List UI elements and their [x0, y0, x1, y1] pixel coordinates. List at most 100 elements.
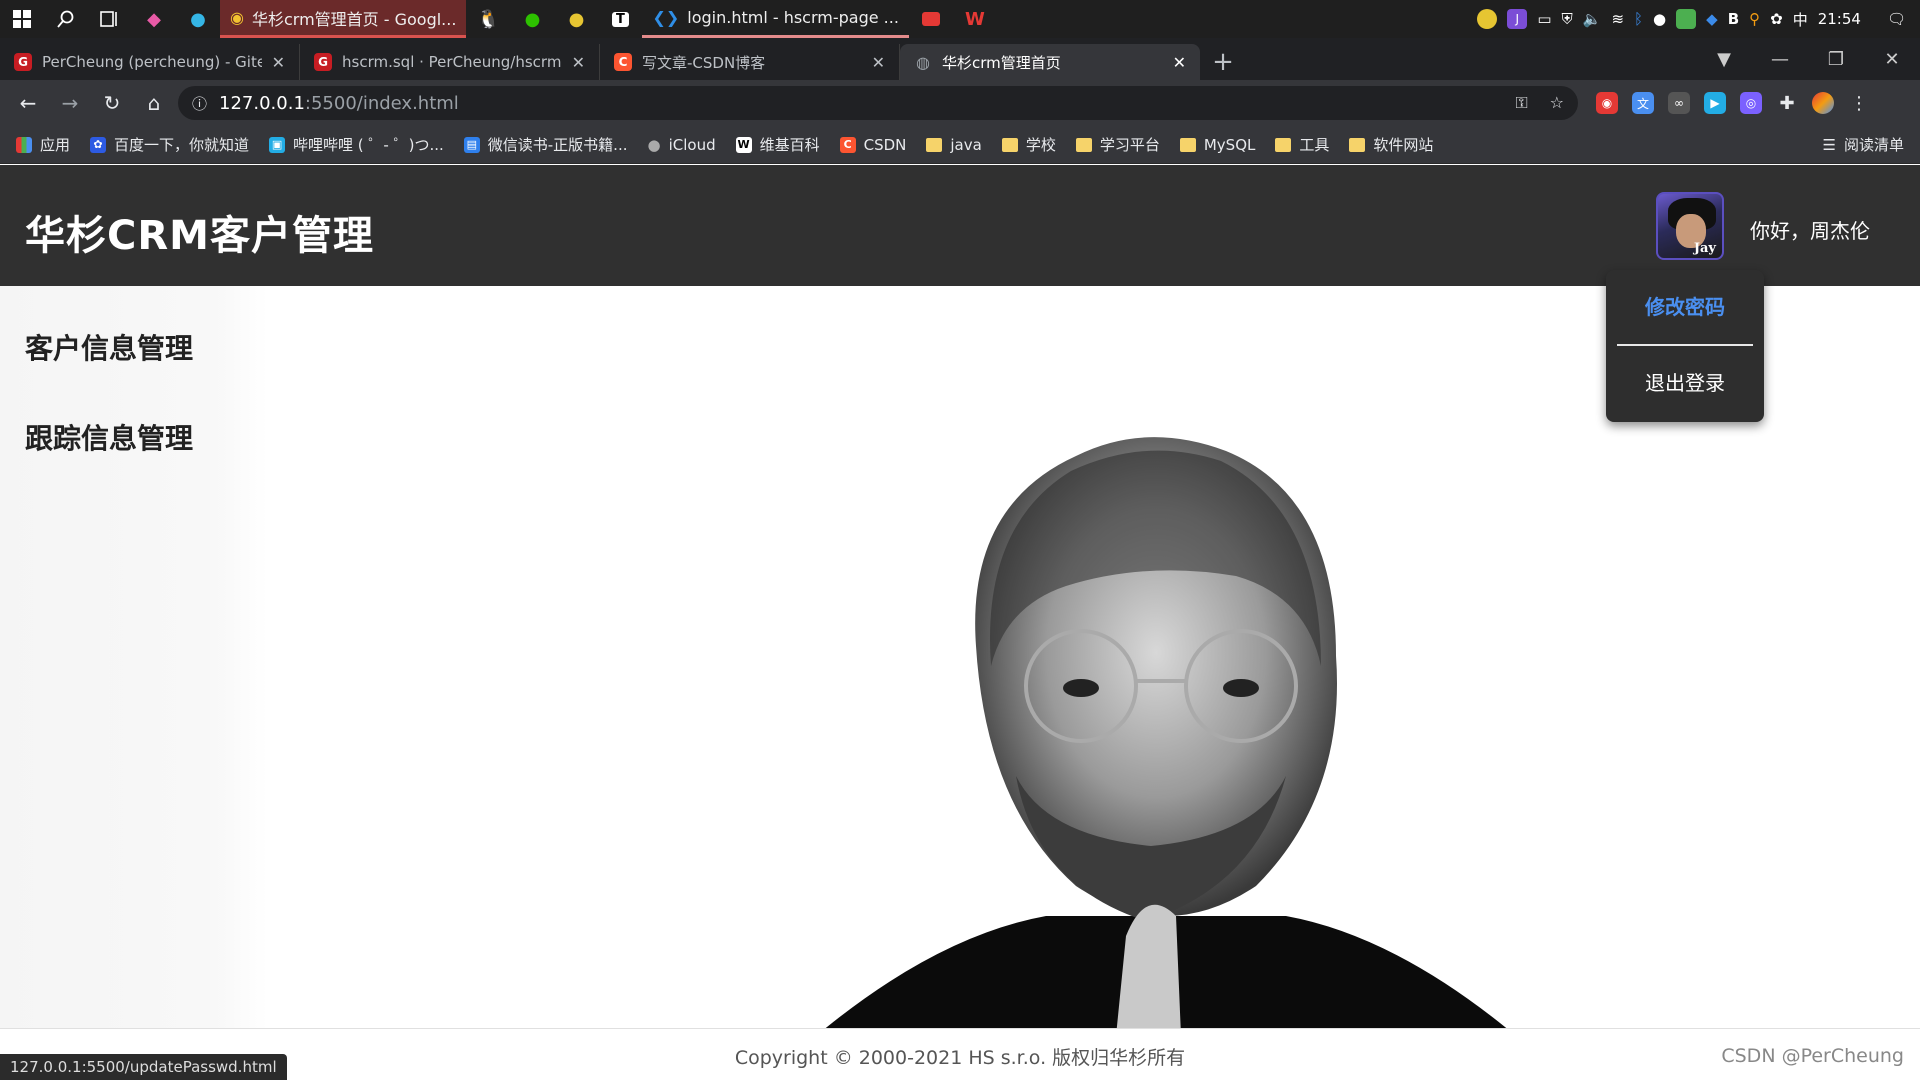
shield-icon[interactable]: ⛨ — [1562, 10, 1573, 28]
clock[interactable]: 21:54 — [1818, 10, 1861, 28]
bilibili-extension-icon[interactable]: ▶ — [1704, 92, 1726, 114]
bookmark-folder[interactable]: 学校 — [1001, 134, 1056, 155]
folder-icon — [1349, 137, 1366, 152]
change-password-button[interactable]: 修改密码 — [1606, 270, 1764, 344]
bookmark-item[interactable]: ▣ 哔哩哔哩 ( ゜- ゜)つ... — [269, 134, 444, 155]
site-info-icon[interactable]: ⓘ — [192, 93, 207, 114]
app-launcher-icon[interactable]: ◆ — [132, 0, 176, 38]
bookmark-folder[interactable]: MySQL — [1179, 136, 1255, 154]
bookmark-item[interactable]: W 维基百科 — [735, 134, 820, 155]
browser-toolbar: ← → ↻ ⌂ ⓘ 127.0.0.1 :5500/index.html ⚿ ☆… — [0, 80, 1920, 126]
star-icon[interactable]: ☆ — [1550, 93, 1564, 113]
reload-button[interactable]: ↻ — [94, 85, 130, 121]
tray-app-icon[interactable]: ✿ — [1770, 10, 1783, 28]
sidebar-item-tracking-info[interactable]: 跟踪信息管理 — [0, 394, 268, 484]
translate-extension-icon[interactable]: 文 — [1632, 92, 1654, 114]
home-button[interactable]: ⌂ — [136, 85, 172, 121]
bookmark-label: 学习平台 — [1099, 136, 1160, 154]
profile-avatar-icon[interactable] — [1812, 92, 1834, 114]
minimize-button[interactable]: — — [1752, 38, 1808, 80]
ime-indicator[interactable]: 中 — [1793, 9, 1808, 30]
bookmark-label: java — [950, 135, 982, 154]
bookmark-item[interactable]: ▤ 微信读书-正版书籍... — [463, 134, 627, 155]
taskbar-app-vscode[interactable]: ❮❯ login.html - hscrm-page ... — [642, 0, 909, 38]
close-icon[interactable]: ✕ — [272, 53, 285, 72]
tray-app-icon[interactable]: B — [1728, 10, 1739, 28]
user-dropdown-menu: 修改密码 退出登录 — [1606, 270, 1764, 422]
bookmark-item[interactable]: C CSDN — [839, 136, 906, 154]
restore-button[interactable]: ❐ — [1808, 38, 1864, 80]
page-header: 华杉CRM客户管理 Jay 你好，周杰伦 — [0, 165, 1920, 286]
close-icon[interactable]: ✕ — [572, 53, 585, 72]
menu-icon[interactable]: ⋮ — [1848, 92, 1870, 114]
windows-start-icon[interactable] — [0, 0, 44, 38]
browser-tab-active[interactable]: ◍ 华杉crm管理首页 ✕ — [900, 44, 1200, 80]
browser-tab-strip: G PerCheung (percheung) - Gitee ✕ G hscr… — [0, 38, 1920, 80]
task-view-icon[interactable] — [88, 0, 132, 38]
reading-list-button[interactable]: ☰ 阅读清单 — [1823, 134, 1904, 155]
search-icon[interactable]: ⚲ — [1749, 10, 1760, 28]
new-tab-button[interactable]: + — [1200, 44, 1246, 80]
sidebar-item-customer-info[interactable]: 客户信息管理 — [0, 304, 268, 394]
volume-icon[interactable]: 🔈 — [1583, 10, 1602, 28]
bookmark-folder[interactable]: 软件网站 — [1349, 134, 1433, 155]
qq-icon[interactable]: 🐧 — [466, 0, 510, 38]
close-window-button[interactable]: ✕ — [1864, 38, 1920, 80]
browser-tab[interactable]: G PerCheung (percheung) - Gitee ✕ — [0, 44, 300, 80]
youdao-icon[interactable] — [909, 0, 953, 38]
tab-title: PerCheung (percheung) - Gitee — [42, 53, 262, 71]
gitee-icon: G — [314, 53, 332, 71]
wiki-icon: W — [735, 136, 752, 153]
bookmark-label: 哔哩哔哩 ( ゜- ゜)つ... — [293, 136, 444, 154]
bookmark-item[interactable]: ✿ 百度一下，你就知道 — [90, 134, 249, 155]
url-path: :5500/index.html — [304, 92, 459, 114]
close-icon[interactable]: ✕ — [1173, 53, 1186, 72]
jetbrains-icon[interactable]: J — [1507, 9, 1528, 29]
app-icon-yellow[interactable]: ● — [554, 0, 598, 38]
extension-icon[interactable]: ∞ — [1668, 92, 1690, 114]
tab-search-icon[interactable]: ▼ — [1696, 38, 1752, 80]
bookmark-item[interactable]: ● iCloud — [647, 136, 715, 154]
typora-icon[interactable]: T — [598, 0, 642, 38]
tray-app-icon[interactable] — [1477, 9, 1498, 29]
avatar[interactable]: Jay — [1656, 192, 1724, 260]
wechat-icon[interactable]: ● — [510, 0, 554, 38]
back-button[interactable]: ← — [10, 85, 46, 121]
tray-app-icon[interactable]: ● — [1653, 10, 1666, 28]
bluetooth-icon[interactable]: ᛒ — [1634, 10, 1643, 28]
tab-title: 华杉crm管理首页 — [942, 53, 1061, 72]
puzzle-icon[interactable]: ✚ — [1776, 92, 1798, 114]
wifi-icon[interactable]: ≋ — [1611, 10, 1624, 28]
tray-app-icon[interactable]: ◆ — [1706, 10, 1718, 28]
key-icon[interactable]: ⚿ — [1515, 93, 1527, 113]
address-bar[interactable]: ⓘ 127.0.0.1 :5500/index.html ⚿ ☆ — [178, 86, 1578, 120]
brand-title: 华杉CRM客户管理 — [25, 213, 374, 259]
gitee-icon: G — [14, 53, 32, 71]
screenshot-extension-icon[interactable]: ◉ — [1596, 92, 1618, 114]
bookmark-folder[interactable]: 学习平台 — [1075, 134, 1160, 155]
edge-browser-icon[interactable]: ● — [176, 0, 220, 38]
user-greeting: 你好，周杰伦 — [1750, 219, 1870, 243]
notification-icon[interactable]: 🗨 — [1887, 10, 1906, 28]
bookmark-label: 软件网站 — [1373, 136, 1434, 154]
search-icon[interactable] — [44, 0, 88, 38]
browser-tab[interactable]: C 写文章-CSDN博客 ✕ — [600, 44, 900, 80]
extension-icon[interactable]: ◎ — [1740, 92, 1762, 114]
taskbar-app-chrome[interactable]: ◉ 华杉crm管理首页 - Googl... — [220, 0, 467, 38]
bookmark-folder[interactable]: java — [926, 135, 982, 154]
battery-icon[interactable]: ▭ — [1537, 10, 1551, 28]
taskbar-app-label: login.html - hscrm-page ... — [687, 8, 899, 27]
forward-button[interactable]: → — [52, 85, 88, 121]
bookmark-folder[interactable]: 工具 — [1275, 134, 1329, 155]
folder-icon — [1275, 137, 1292, 152]
logout-button[interactable]: 退出登录 — [1606, 346, 1764, 420]
globe-icon: ◍ — [916, 52, 930, 72]
tray-app-icon[interactable] — [1676, 9, 1697, 29]
wps-icon[interactable]: W — [953, 0, 997, 38]
csdn-icon: C — [614, 53, 632, 71]
bookmark-label: 应用 — [40, 136, 71, 154]
bookmark-item[interactable]: 应用 — [16, 134, 70, 155]
close-icon[interactable]: ✕ — [872, 53, 885, 72]
browser-tab[interactable]: G hscrm.sql · PerCheung/hscrm ✕ — [300, 44, 600, 80]
book-icon: ▤ — [463, 136, 480, 153]
